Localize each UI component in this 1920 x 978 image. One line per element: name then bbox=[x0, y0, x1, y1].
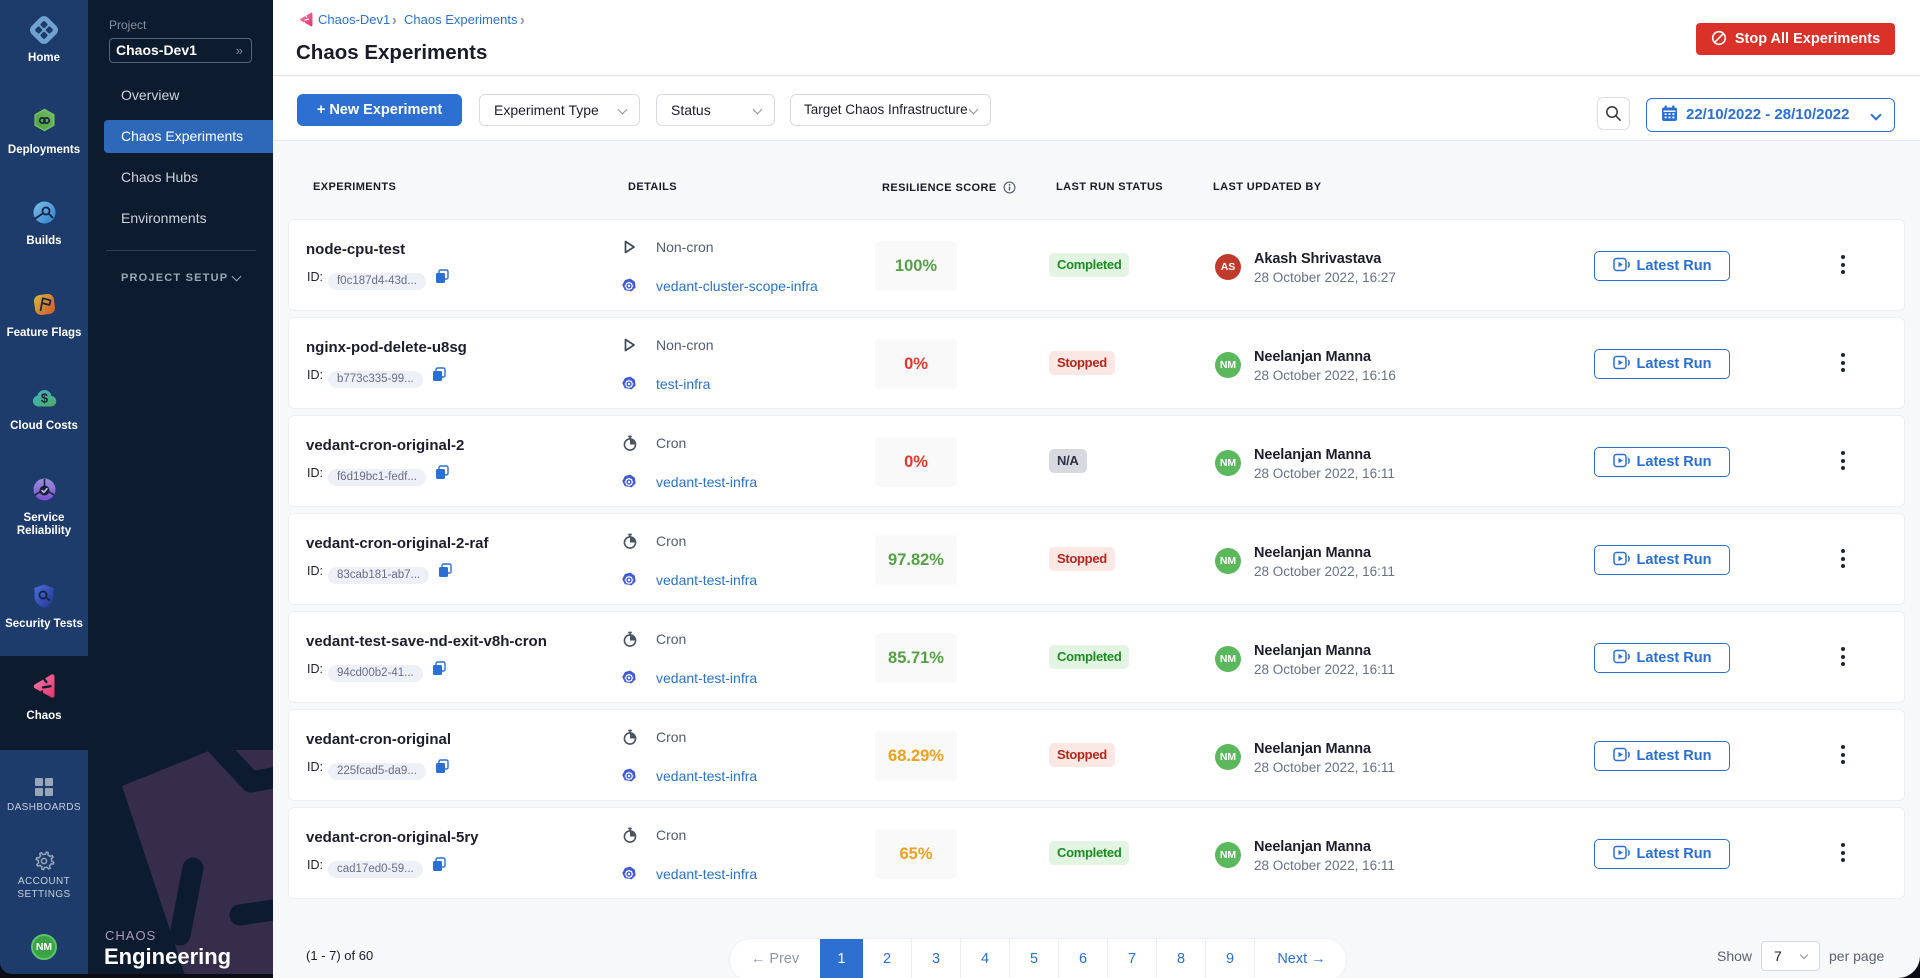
svg-text:$: $ bbox=[40, 391, 48, 406]
